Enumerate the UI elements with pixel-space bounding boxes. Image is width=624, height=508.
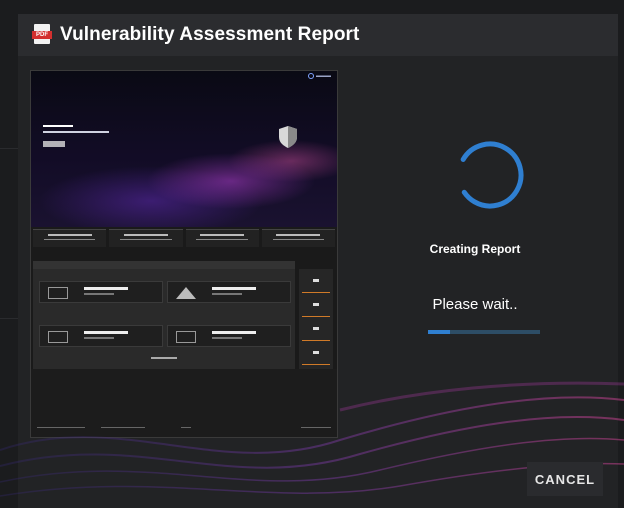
preview-stats-row [31, 229, 337, 247]
cancel-button[interactable]: CANCEL [527, 462, 603, 496]
report-preview-thumbnail: ▬▬▬ [30, 70, 338, 438]
report-dialog: PDF Vulnerability Assessment Report ▬▬▬ [18, 14, 618, 508]
status-sub-message: Please wait.. [432, 296, 518, 313]
shield-icon [279, 126, 297, 148]
dialog-header: PDF Vulnerability Assessment Report [18, 14, 618, 56]
backdrop-divider [0, 318, 18, 319]
loading-spinner-icon [456, 141, 524, 209]
pdf-icon: PDF [32, 24, 52, 46]
preview-cover: ▬▬▬ [31, 71, 337, 227]
dialog-title: Vulnerability Assessment Report [60, 24, 360, 45]
preview-section [33, 261, 295, 371]
progress-bar [428, 330, 540, 334]
preview-footer [31, 369, 337, 437]
preview-logo: ▬▬▬ [308, 73, 331, 79]
preview-side-stats [299, 269, 333, 369]
status-message: Creating Report [429, 242, 521, 256]
progress-fill [428, 330, 451, 334]
backdrop-divider [0, 148, 18, 149]
